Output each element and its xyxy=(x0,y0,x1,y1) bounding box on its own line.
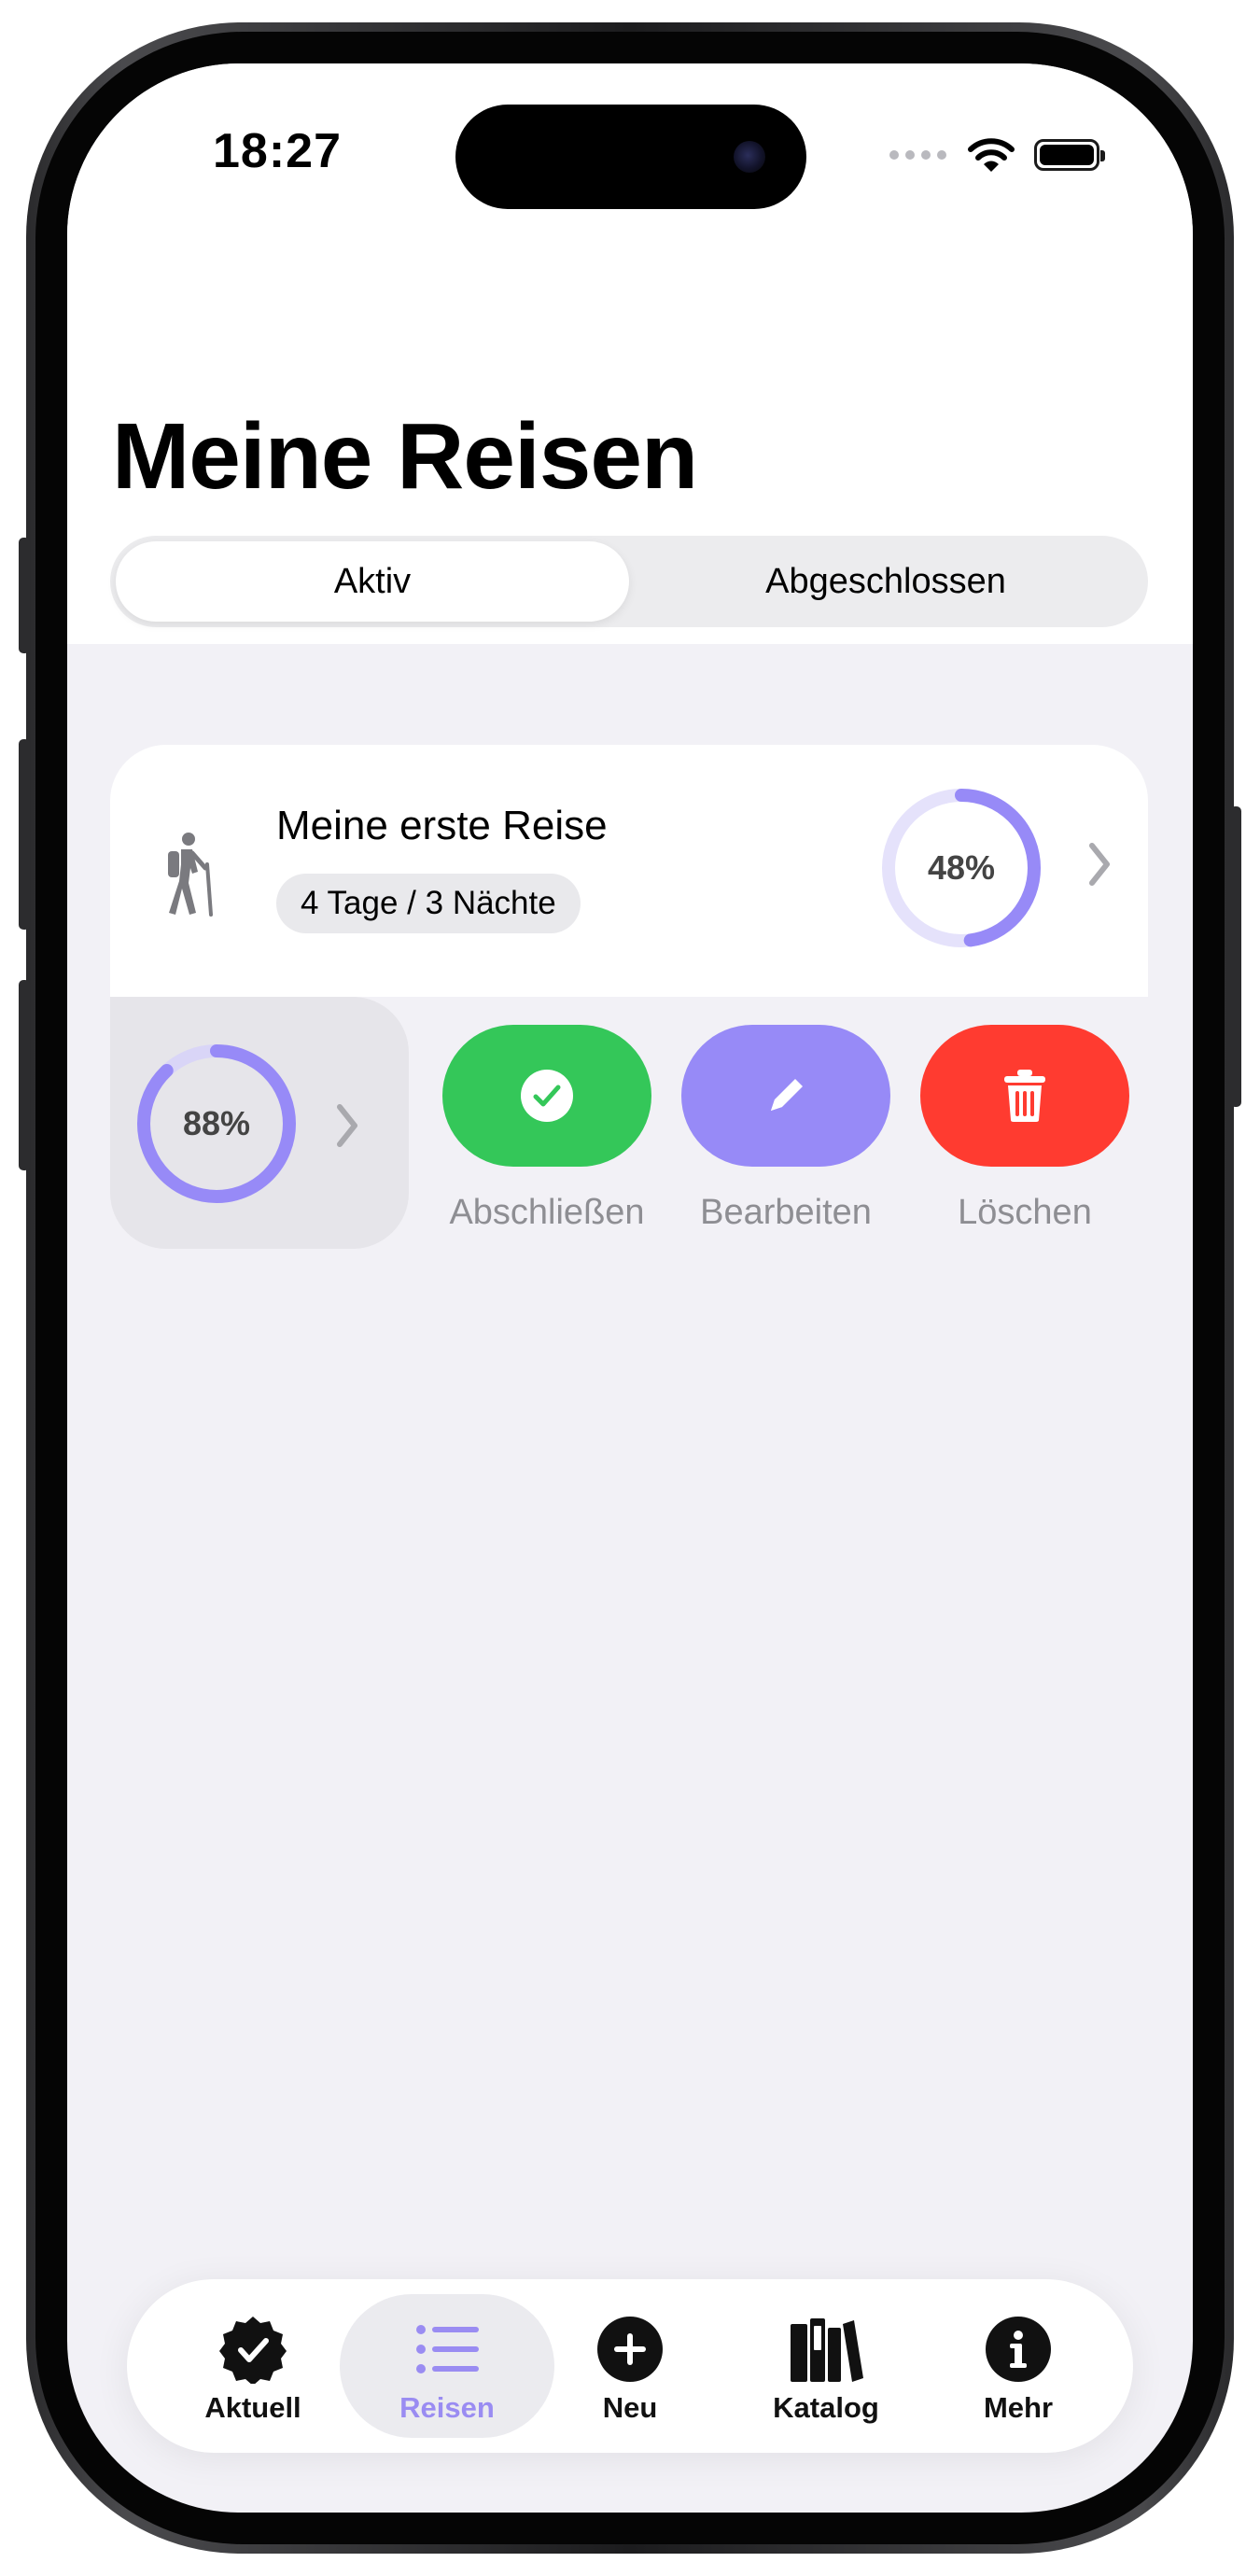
tab-label: Reisen xyxy=(399,2391,495,2424)
tab-label: Aktuell xyxy=(204,2391,301,2424)
tab-mehr[interactable]: Mehr xyxy=(911,2294,1126,2438)
page-title: Meine Reisen xyxy=(112,404,698,509)
chevron-right-icon xyxy=(1086,840,1113,901)
edit-label: Bearbeiten xyxy=(700,1193,872,1232)
action-button xyxy=(19,538,30,653)
header-area: 18:27 Meine Reisen Aktiv Abgeschlossen xyxy=(67,63,1193,644)
chevron-right-icon xyxy=(334,1101,360,1162)
complete-button[interactable] xyxy=(442,1025,651,1167)
swiped-progress-ring: 88% xyxy=(136,1043,297,1204)
volume-down-button xyxy=(19,980,30,1170)
tab-label: Neu xyxy=(602,2391,658,2424)
delete-label: Löschen xyxy=(958,1193,1092,1232)
complete-label: Abschließen xyxy=(449,1193,645,1232)
camera-icon xyxy=(734,141,765,173)
dynamic-island xyxy=(455,105,806,209)
tab-bar: Aktuell Reisen Neu Katalog Mehr xyxy=(127,2279,1133,2453)
edit-action[interactable]: Bearbeiten xyxy=(681,1025,890,1233)
trip-name: Meine erste Reise xyxy=(276,803,608,848)
swiped-trip-card[interactable]: 88% xyxy=(110,997,409,1249)
complete-action[interactable]: Abschließen xyxy=(442,1025,651,1233)
power-button xyxy=(1230,806,1241,1107)
edit-button[interactable] xyxy=(681,1025,890,1167)
segment-aktiv[interactable]: Aktiv xyxy=(116,541,629,622)
volume-up-button xyxy=(19,739,30,930)
trip-progress-ring: 48% xyxy=(881,788,1042,948)
checkmark-circle-icon xyxy=(521,1070,573,1122)
screen: 18:27 Meine Reisen Aktiv Abgeschlossen M… xyxy=(67,63,1193,2513)
hiker-icon xyxy=(168,833,213,917)
status-indicators xyxy=(889,136,1105,174)
tab-aktuell[interactable]: Aktuell xyxy=(146,2294,360,2438)
delete-button[interactable] xyxy=(920,1025,1129,1167)
trip-card[interactable]: Meine erste Reise 4 Tage / 3 Nächte 48% xyxy=(110,745,1148,997)
battery-icon xyxy=(1034,139,1105,171)
tab-katalog[interactable]: Katalog xyxy=(719,2294,933,2438)
swiped-progress-label: 88% xyxy=(182,1104,251,1142)
list-icon xyxy=(416,2325,479,2373)
trip-progress-label: 48% xyxy=(927,848,996,887)
pencil-icon xyxy=(771,1079,803,1111)
segmented-control: Aktiv Abgeschlossen xyxy=(110,536,1148,627)
status-time: 18:27 xyxy=(213,124,342,178)
plus-circle-icon xyxy=(597,2317,663,2382)
trash-icon xyxy=(1004,1070,1045,1122)
info-circle-icon xyxy=(986,2317,1051,2382)
tab-neu[interactable]: Neu xyxy=(523,2294,737,2438)
swipe-actions-row: 88% Abschließen Bearbeiten Löschen xyxy=(110,997,1148,1249)
trip-duration-badge: 4 Tage / 3 Nächte xyxy=(276,874,581,933)
segment-abgeschlossen[interactable]: Abgeschlossen xyxy=(629,541,1142,622)
wifi-icon xyxy=(968,138,1015,172)
cellular-signal-icon xyxy=(889,150,946,160)
tab-label: Katalog xyxy=(773,2391,879,2424)
books-icon xyxy=(791,2318,863,2382)
tab-label: Mehr xyxy=(983,2391,1054,2424)
checkmark-seal-icon xyxy=(219,2317,287,2384)
delete-action[interactable]: Löschen xyxy=(920,1025,1129,1233)
